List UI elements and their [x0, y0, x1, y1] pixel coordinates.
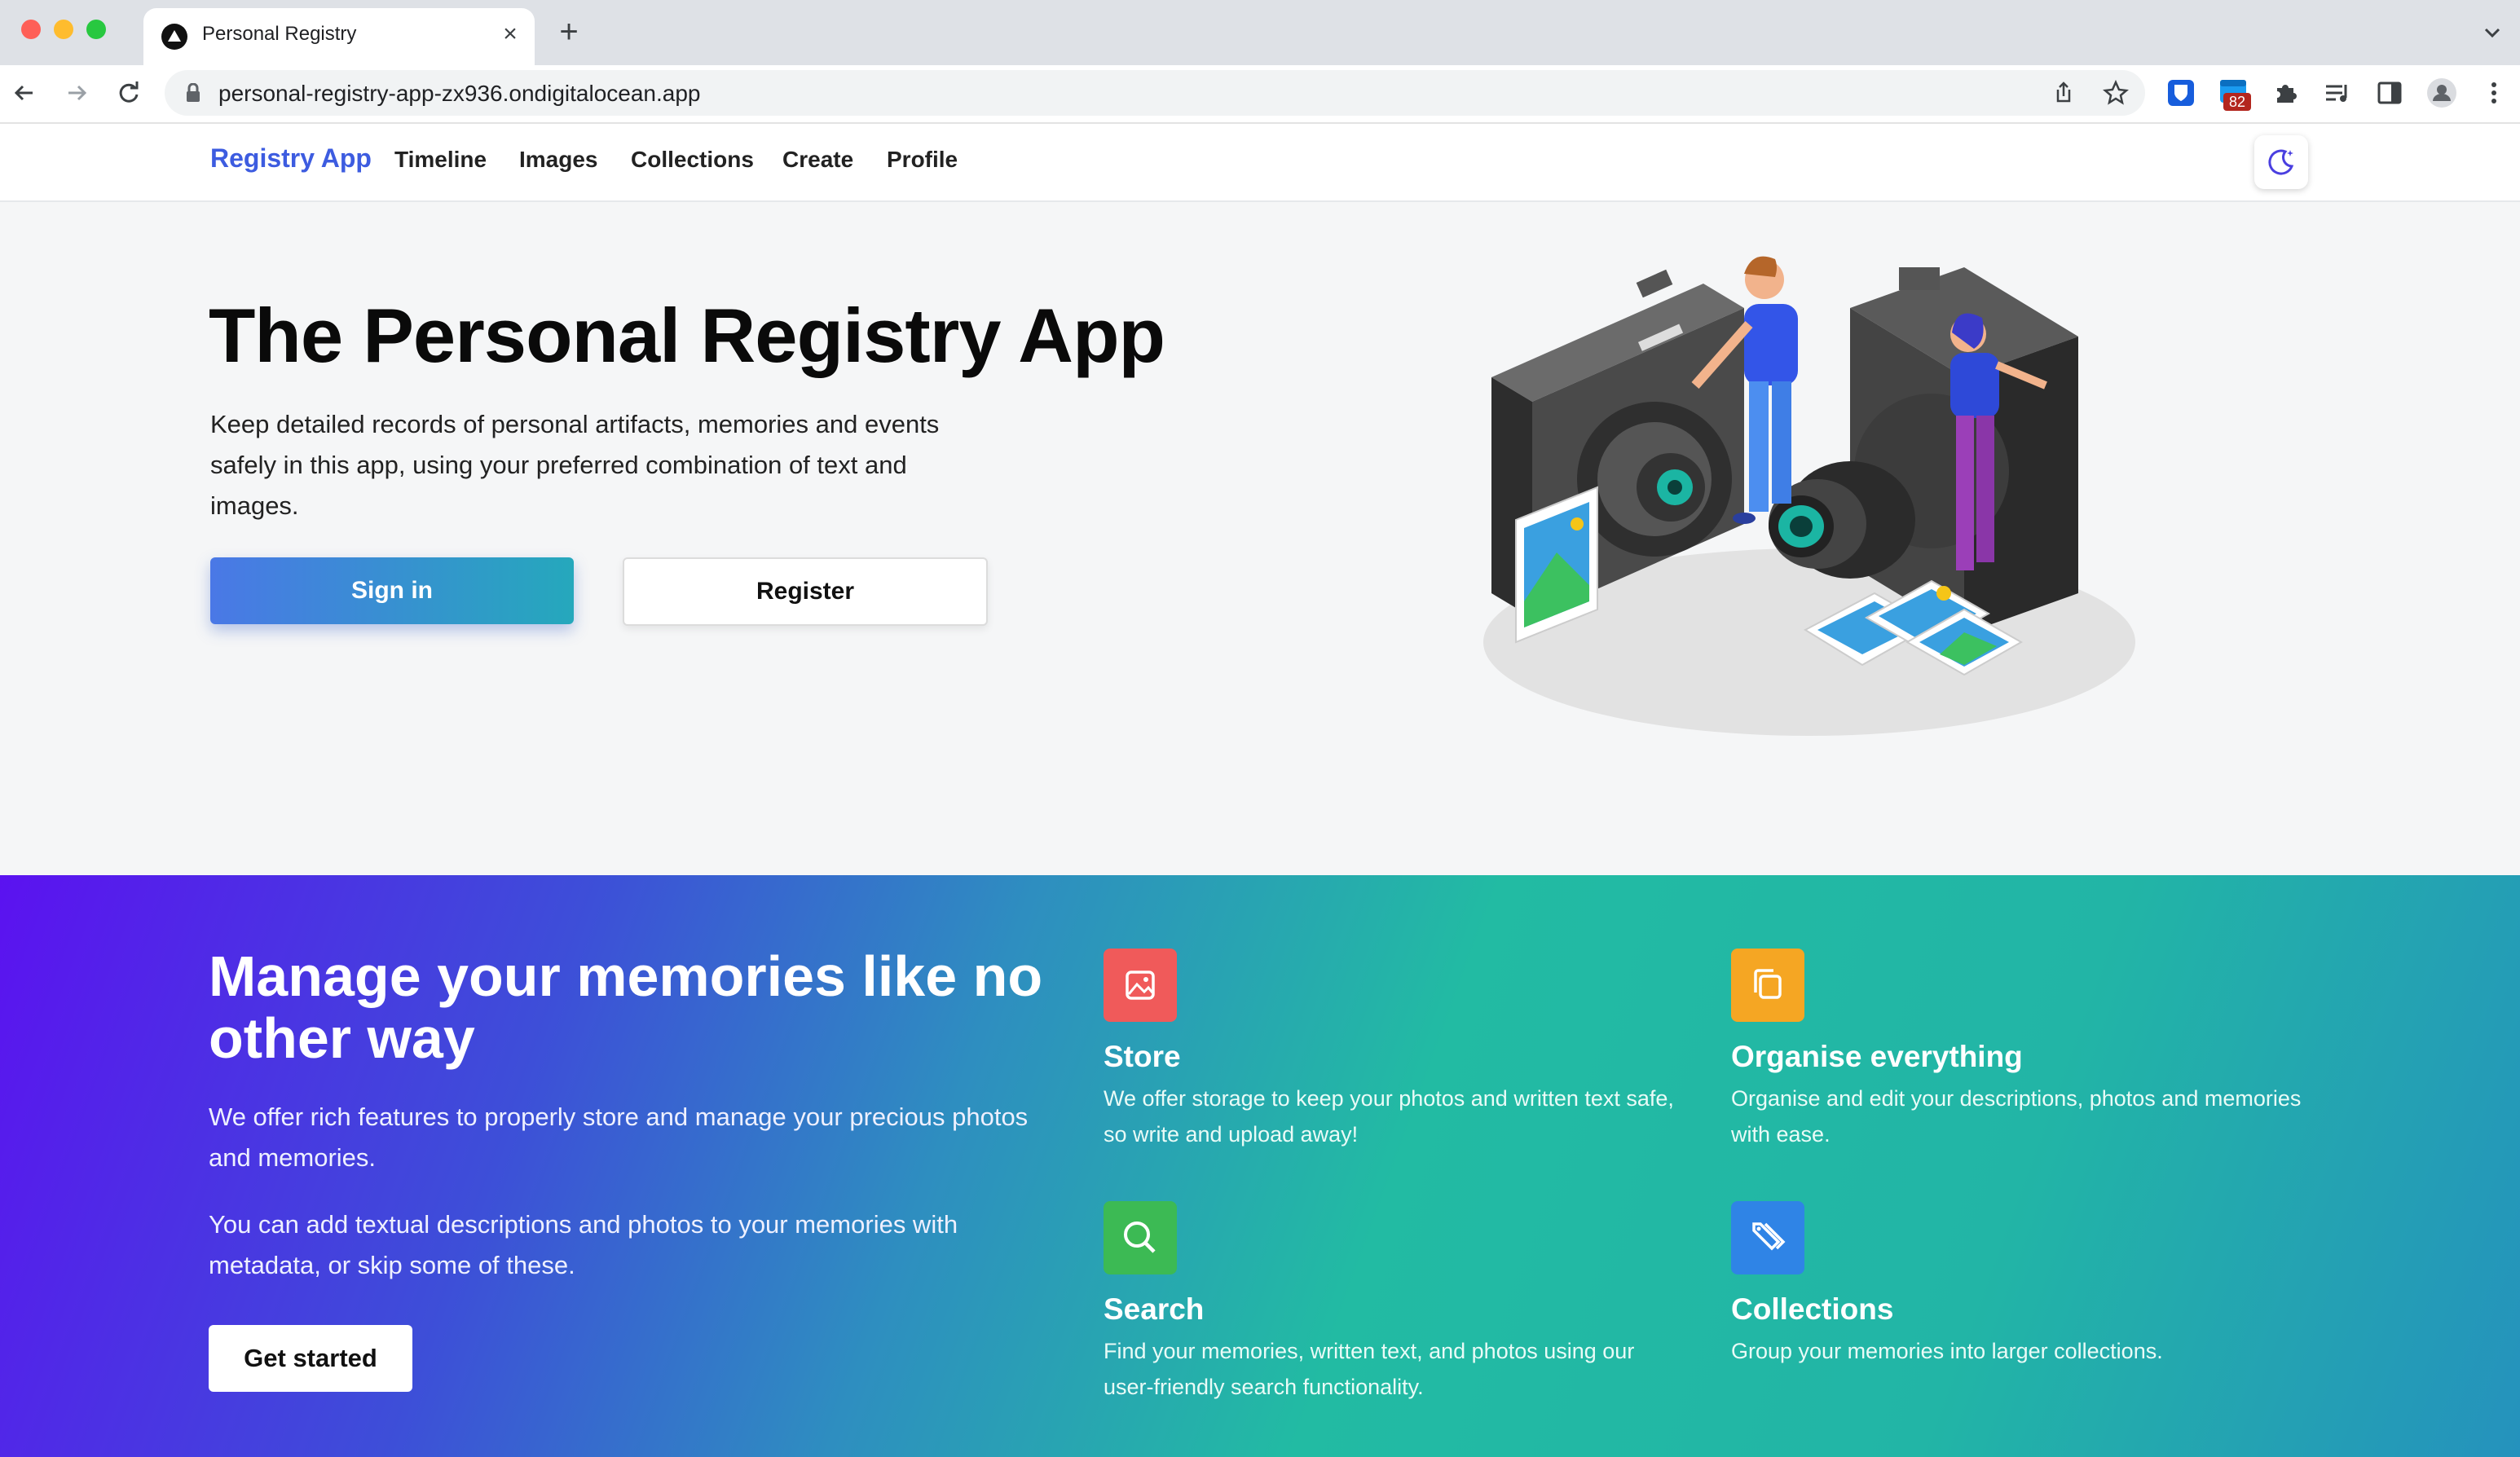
address-bar[interactable]: personal-registry-app-zx936.ondigitaloce…: [165, 70, 2145, 116]
app-favicon-icon: [161, 24, 187, 50]
nav-timeline[interactable]: Timeline: [394, 147, 487, 173]
hero-title: The Personal Registry App: [209, 293, 1165, 378]
features-section: Manage your memories like no other way W…: [0, 875, 2520, 1457]
feature-store-name: Store: [1104, 1040, 1181, 1073]
window-minimize-button[interactable]: [54, 20, 73, 39]
moon-icon: [2268, 149, 2294, 175]
browser-toolbar: personal-registry-app-zx936.ondigitaloce…: [0, 65, 2520, 124]
feature-organise-name: Organise everything: [1731, 1040, 2023, 1073]
feature-search-name: Search: [1104, 1292, 1205, 1326]
bookmark-star-icon[interactable]: [2099, 77, 2132, 109]
search-icon: [1104, 1201, 1177, 1274]
reading-list-icon[interactable]: [2321, 77, 2354, 109]
nav-collections[interactable]: Collections: [631, 147, 754, 173]
brand-link[interactable]: Registry App: [210, 143, 372, 174]
share-icon[interactable]: [2047, 77, 2080, 109]
tab-title: Personal Registry: [202, 23, 357, 45]
image-icon: [1104, 949, 1177, 1022]
hero-section: The Personal Registry App Keep detailed …: [0, 202, 2520, 875]
register-button[interactable]: Register: [623, 557, 988, 626]
password-manager-shield-icon[interactable]: [2165, 77, 2197, 109]
camera-illustration: [1483, 256, 2135, 736]
copy-icon: [1731, 949, 1804, 1022]
nav-images[interactable]: Images: [519, 147, 598, 173]
window-maximize-button[interactable]: [86, 20, 106, 39]
theme-toggle-button[interactable]: [2254, 135, 2308, 189]
url-text: personal-registry-app-zx936.ondigitaloce…: [218, 81, 701, 106]
site-header: Registry App Timeline Images Collections…: [0, 124, 2520, 202]
features-paragraph-1: We offer rich features to properly store…: [209, 1103, 1029, 1172]
sign-in-button[interactable]: Sign in: [210, 557, 574, 624]
feature-collections-description: Group your memories into larger collecti…: [1731, 1339, 2163, 1363]
features-title: Manage your memories like no other way: [209, 944, 1043, 1070]
feature-collections-name: Collections: [1731, 1292, 1894, 1326]
reload-icon[interactable]: [112, 77, 145, 109]
forward-arrow-icon[interactable]: [60, 77, 93, 109]
lock-icon: [186, 82, 200, 103]
extensions-puzzle-icon[interactable]: [2269, 77, 2302, 109]
nav-create[interactable]: Create: [782, 147, 853, 173]
profile-avatar-icon[interactable]: [2425, 77, 2458, 109]
tab-close-icon[interactable]: ×: [496, 18, 525, 51]
tags-icon: [1731, 1201, 1804, 1274]
nav-profile[interactable]: Profile: [887, 147, 958, 173]
feature-search-description: Find your memories, written text, and ph…: [1104, 1339, 1635, 1399]
browser-menu-icon[interactable]: [2478, 77, 2510, 109]
back-arrow-icon[interactable]: [8, 77, 41, 109]
get-started-button[interactable]: Get started: [209, 1325, 412, 1392]
feature-organise-description: Organise and edit your descriptions, pho…: [1731, 1086, 2302, 1147]
browser-tab-bar: Personal Registry × +: [0, 0, 2520, 65]
hero-description: Keep detailed records of personal artifa…: [210, 410, 940, 520]
features-paragraph-2: You can add textual descriptions and pho…: [209, 1210, 958, 1279]
feature-store-description: We offer storage to keep your photos and…: [1104, 1086, 1674, 1147]
side-panel-icon[interactable]: [2373, 77, 2406, 109]
window-close-button[interactable]: [21, 20, 41, 39]
tab-search-chevron-icon[interactable]: [2478, 18, 2507, 47]
new-tab-button[interactable]: +: [551, 15, 587, 51]
extension-badge: 82: [2223, 93, 2251, 111]
browser-tab[interactable]: Personal Registry ×: [143, 8, 535, 65]
